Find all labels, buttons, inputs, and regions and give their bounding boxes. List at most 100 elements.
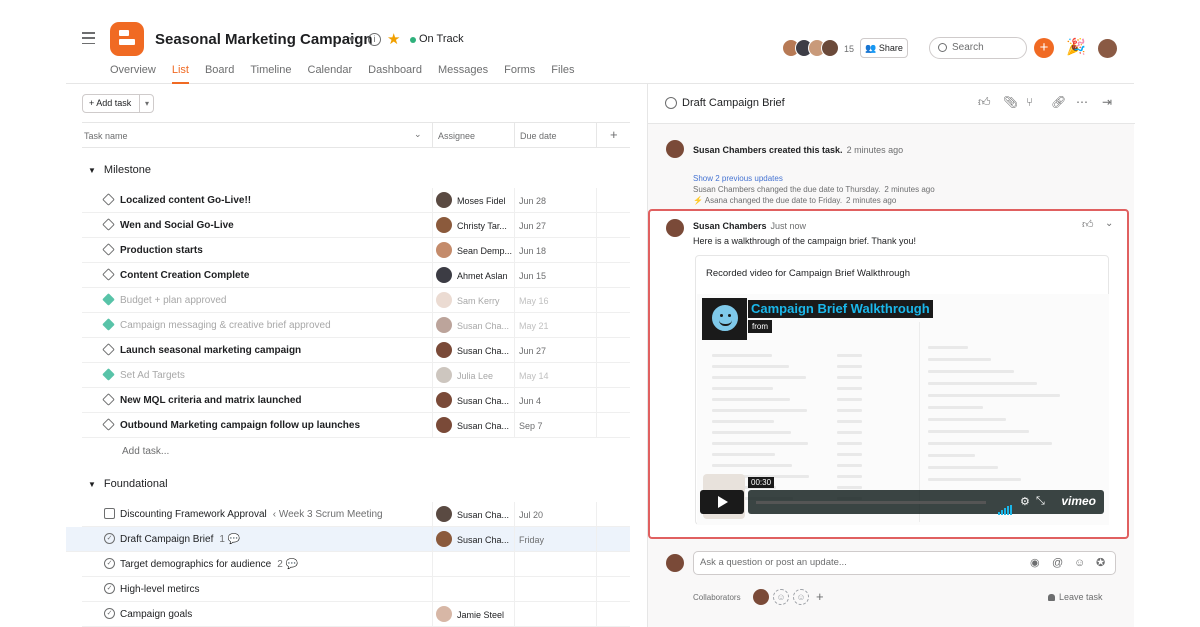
tab-files[interactable]: Files (551, 64, 574, 84)
assignee-name[interactable]: Susan Cha... (457, 321, 509, 331)
info-icon[interactable]: i (368, 33, 381, 46)
milestone-icon[interactable] (102, 343, 115, 356)
add-task-link[interactable]: Add task... (122, 446, 169, 457)
approval-icon[interactable] (104, 508, 115, 519)
assignee-name[interactable]: Jamie Steel (457, 610, 504, 620)
vimeo-logo[interactable]: vimeo (1061, 494, 1096, 508)
task-name[interactable]: New MQL criteria and matrix launched (120, 395, 302, 406)
close-pane-icon[interactable]: ⇥ (1102, 95, 1112, 109)
link-icon[interactable]: 🔗︎ (1051, 95, 1066, 109)
show-updates-link[interactable]: Show 2 previous updates (693, 174, 783, 183)
collaborator-avatar[interactable] (753, 589, 769, 605)
video-player[interactable]: Campaign Brief Walkthrough from 00:30 ⚙ … (697, 294, 1109, 525)
like-icon[interactable]: 👍︎ (978, 95, 991, 110)
due-date[interactable]: Jun 27 (519, 346, 546, 356)
star-icon[interactable]: ★ (387, 30, 400, 48)
table-row[interactable]: Outbound Marketing campaign follow up la… (82, 413, 630, 438)
milestone-complete-icon[interactable] (102, 318, 115, 331)
due-date[interactable]: Sep 7 (519, 421, 543, 431)
chevron-down-icon[interactable]: ⌄ (1105, 218, 1113, 229)
assignee-name[interactable]: Moses Fidel (457, 196, 506, 206)
triangle-down-icon[interactable]: ▼ (88, 166, 96, 175)
assignee-name[interactable]: Ahmet Aslan (457, 271, 508, 281)
table-row[interactable]: Localized content Go-Live!! Moses Fidel Ju… (82, 188, 630, 213)
leave-task-button[interactable]: Leave task (1048, 592, 1103, 602)
tab-calendar[interactable]: Calendar (308, 64, 353, 84)
tab-timeline[interactable]: Timeline (250, 64, 291, 84)
task-title[interactable]: Draft Campaign Brief (682, 97, 785, 109)
assignee-name[interactable]: Christy Tar... (457, 221, 507, 231)
column-due-date[interactable]: Due date (520, 131, 557, 141)
complete-check-icon[interactable] (665, 97, 677, 109)
task-name[interactable]: Launch seasonal marketing campaign (120, 345, 301, 356)
task-name[interactable]: Localized content Go-Live!! (120, 195, 251, 206)
user-icon[interactable]: ☺ (793, 589, 809, 605)
table-row[interactable]: Production starts Sean Demp... Jun 18 (82, 238, 630, 263)
due-date[interactable]: May 16 (519, 296, 549, 306)
settings-icon[interactable]: ⚙ (1020, 495, 1030, 508)
chevron-down-icon[interactable]: ▾ (139, 95, 154, 112)
check-circle-icon[interactable]: ✓ (104, 558, 115, 569)
tab-board[interactable]: Board (205, 64, 234, 84)
assignee-name[interactable]: Susan Cha... (457, 421, 509, 431)
due-date[interactable]: Jun 18 (519, 246, 546, 256)
check-circle-icon[interactable]: ✓ (104, 608, 115, 619)
record-icon[interactable]: ◉ (1030, 552, 1040, 574)
task-name[interactable]: Draft Campaign Brief 1 💬 (120, 534, 240, 545)
assignee-name[interactable]: Susan Cha... (457, 346, 509, 356)
status-badge[interactable]: On Track (419, 33, 464, 45)
assignee-name[interactable]: Sean Demp... (457, 246, 512, 256)
milestone-icon[interactable] (102, 218, 115, 231)
task-name[interactable]: Wen and Social Go-Live (120, 220, 234, 231)
table-row[interactable]: ✓ Campaign goals Jamie Steel (82, 602, 630, 627)
video-card[interactable]: Recorded video for Campaign Brief Walkth… (695, 255, 1109, 525)
video-title[interactable]: Campaign Brief Walkthrough (748, 300, 933, 318)
due-date[interactable]: Jun 27 (519, 221, 546, 231)
task-name[interactable]: Discounting Framework Approval ‹ Week 3 S… (120, 509, 383, 520)
volume-icon[interactable] (998, 497, 1013, 515)
add-task-button[interactable]: + Add task ▾ (82, 94, 154, 113)
play-button[interactable] (700, 490, 744, 514)
video-progress[interactable]: 00:30 ⚙ ⤡ vimeo (748, 477, 1104, 515)
more-icon[interactable]: ⋯ (1076, 95, 1088, 109)
assignee-name[interactable]: Susan Cha... (457, 396, 509, 406)
progress-track[interactable] (756, 501, 986, 504)
milestone-icon[interactable] (102, 418, 115, 431)
assignee-name[interactable]: Susan Cha... (457, 535, 509, 545)
due-date[interactable]: Jun 4 (519, 396, 541, 406)
emoji-icon[interactable]: ☺ (1074, 552, 1085, 574)
task-name[interactable]: Set Ad Targets (120, 370, 185, 381)
table-row[interactable]: Wen and Social Go-Live Christy Tar... Jun … (82, 213, 630, 238)
table-row[interactable]: Campaign messaging & creative brief appr… (82, 313, 630, 338)
praise-icon[interactable]: ✪ (1096, 552, 1105, 574)
triangle-down-icon[interactable]: ▼ (88, 480, 96, 489)
tab-overview[interactable]: Overview (110, 64, 156, 84)
menu-icon[interactable] (82, 32, 95, 44)
task-name[interactable]: Campaign messaging & creative brief appr… (120, 320, 331, 331)
due-date[interactable]: May 21 (519, 321, 549, 331)
table-row[interactable]: ✓ Target demographics for audience 2 💬 (82, 552, 630, 577)
section-milestone[interactable]: ▼ Milestone (88, 164, 151, 176)
task-name[interactable]: Target demographics for audience 2 💬 (120, 559, 298, 570)
task-name[interactable]: High-level metircs (120, 584, 199, 595)
add-button[interactable]: + (1034, 38, 1054, 58)
table-row[interactable]: Set Ad Targets Julia Lee May 14 (82, 363, 630, 388)
celebration-icon[interactable]: 🎉 (1066, 37, 1086, 57)
due-date[interactable]: Jun 15 (519, 271, 546, 281)
subtask-icon[interactable]: ⑂ (1026, 95, 1033, 109)
tab-forms[interactable]: Forms (504, 64, 535, 84)
add-collaborator-icon[interactable]: + (816, 589, 824, 604)
milestone-icon[interactable] (102, 243, 115, 256)
task-name[interactable]: Campaign goals (120, 609, 192, 620)
due-date[interactable]: Jun 28 (519, 196, 546, 206)
table-row[interactable]: Discounting Framework Approval ‹ Week 3 S… (82, 502, 630, 527)
attachment-icon[interactable]: 📎︎ (1003, 95, 1018, 109)
milestone-icon[interactable] (102, 268, 115, 281)
table-row[interactable]: ✓ Draft Campaign Brief 1 💬 Susan Cha... Frid… (66, 527, 630, 552)
milestone-complete-icon[interactable] (102, 293, 115, 306)
column-assignee[interactable]: Assignee (438, 131, 475, 141)
search-input[interactable]: Search (929, 37, 1027, 59)
chevron-down-icon[interactable]: ▾ (349, 33, 355, 46)
member-avatars[interactable] (782, 39, 839, 57)
table-row[interactable]: ✓ High-level metircs (82, 577, 630, 602)
